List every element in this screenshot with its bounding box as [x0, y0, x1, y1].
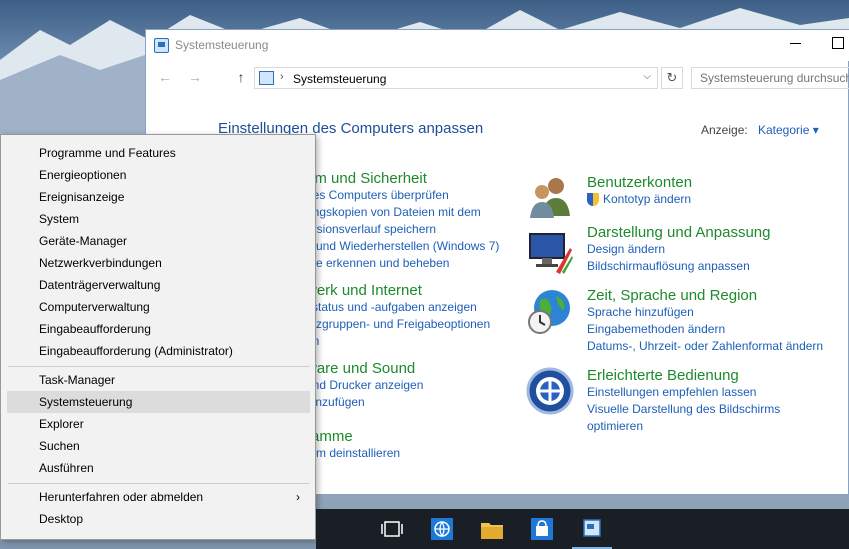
menu-item-run[interactable]: Ausführen [7, 457, 310, 479]
menu-item-event-viewer[interactable]: Ereignisanzeige [7, 186, 310, 208]
category-link-text: Kontotyp ändern [603, 192, 692, 206]
refresh-button[interactable]: ↻ [661, 67, 683, 89]
menu-separator [8, 366, 310, 367]
category-link[interactable]: Kontotyp ändern [587, 191, 692, 208]
up-arrow-icon[interactable]: ↑ [232, 69, 250, 85]
category-link[interactable]: Datums-, Uhrzeit- oder Zahlenformat ände… [587, 338, 823, 355]
menu-item-command-prompt[interactable]: Eingabeaufforderung [7, 318, 310, 340]
edge-icon[interactable] [428, 515, 456, 543]
shield-icon [587, 193, 599, 206]
category-link[interactable]: kstatus und -aufgaben anzeigen [306, 299, 490, 316]
category-link[interactable]: Design ändern [587, 241, 770, 258]
task-view-icon[interactable] [378, 515, 406, 543]
display-icon [529, 233, 573, 274]
category-link[interactable]: n und Wiederherstellen (Windows 7) [306, 238, 499, 255]
file-explorer-icon[interactable] [478, 515, 506, 543]
category-link[interactable]: Eingabemethoden ändern [587, 321, 823, 338]
view-label: Anzeige: [701, 123, 748, 137]
menu-item-computer-management[interactable]: Computerverwaltung [7, 296, 310, 318]
category-title[interactable]: ramme [306, 428, 400, 445]
menu-item-system[interactable]: System [7, 208, 310, 230]
control-panel-icon [154, 38, 169, 53]
search-box[interactable] [691, 67, 849, 89]
control-panel-icon [259, 71, 274, 85]
minimize-button[interactable] [786, 34, 806, 52]
menu-item-control-panel[interactable]: Systemsteuerung [7, 391, 310, 413]
title-bar: Systemsteuerung [146, 30, 849, 61]
category-title[interactable]: em und Sicherheit [306, 170, 499, 187]
window-title: Systemsteuerung [175, 38, 269, 52]
category-time-language: Zeit, Sprache und Region Sprache hinzufü… [587, 287, 823, 355]
address-bar[interactable]: › Systemsteuerung ⌵ [254, 67, 658, 89]
category-appearance: Darstellung und Anpassung Design ändern … [587, 224, 770, 275]
menu-item-explorer[interactable]: Explorer [7, 413, 310, 435]
category-title[interactable]: Zeit, Sprache und Region [587, 287, 823, 304]
submenu-arrow-icon: › [296, 490, 300, 504]
taskbar [316, 509, 849, 549]
category-programs: ramme mm deinstallieren [306, 428, 400, 462]
category-link[interactable]: Einstellungen empfehlen lassen [587, 384, 780, 401]
globe-clock-icon [528, 290, 570, 334]
category-ease-of-access: Erleichterte Bedienung Einstellungen emp… [587, 367, 780, 435]
category-title[interactable]: werk und Internet [306, 282, 490, 299]
menu-item-programs-features[interactable]: Programme und Features [7, 142, 310, 164]
category-link[interactable]: und Drucker anzeigen [306, 377, 423, 394]
accessibility-icon [526, 367, 574, 415]
forward-arrow-icon[interactable]: → [186, 69, 204, 85]
store-icon[interactable] [528, 515, 556, 543]
menu-item-label: Herunterfahren oder abmelden [39, 490, 204, 504]
category-link[interactable]: mm deinstallieren [306, 445, 400, 462]
navigation-bar: ← → ↑ › Systemsteuerung ⌵ ↻ [146, 64, 849, 92]
category-link[interactable]: me erkennen und beheben [306, 255, 499, 272]
menu-item-network-connections[interactable]: Netzwerkverbindungen [7, 252, 310, 274]
menu-item-command-prompt-admin[interactable]: Eingabeaufforderung (Administrator) [7, 340, 310, 362]
category-link[interactable]: des Computers überprüfen [306, 187, 499, 204]
category-hardware-sound: ware und Sound und Drucker anzeigen hinz… [306, 360, 423, 411]
menu-separator [8, 483, 310, 484]
menu-item-shutdown-signout[interactable]: Herunterfahren oder abmelden › [7, 486, 310, 508]
category-link[interactable]: ersionsverlauf speichern [306, 221, 499, 238]
category-link[interactable]: optimieren [587, 418, 780, 435]
category-system-security: em und Sicherheit des Computers überprüf… [306, 170, 499, 272]
category-title[interactable]: Erleichterte Bedienung [587, 367, 780, 384]
search-input[interactable] [692, 68, 849, 88]
category-user-accounts: Benutzerkonten Kontotyp ändern [587, 174, 692, 208]
category-title[interactable]: Benutzerkonten [587, 174, 692, 191]
category-link[interactable]: Sprache hinzufügen [587, 304, 823, 321]
breadcrumb-chevron-icon: › [280, 71, 284, 83]
category-network-internet: werk und Internet kstatus und -aufgaben … [306, 282, 490, 350]
users-icon [530, 178, 570, 218]
menu-item-power-options[interactable]: Energieoptionen [7, 164, 310, 186]
chevron-down-icon[interactable]: ⌵ [643, 71, 651, 82]
category-link[interactable]: en [306, 333, 490, 350]
menu-item-disk-management[interactable]: Datenträgerverwaltung [7, 274, 310, 296]
category-link[interactable]: hinzufügen [306, 394, 423, 411]
category-title[interactable]: Darstellung und Anpassung [587, 224, 770, 241]
category-link[interactable]: etzgruppen- und Freigabeoptionen [306, 316, 490, 333]
breadcrumb[interactable]: Systemsteuerung [293, 72, 386, 86]
menu-item-device-manager[interactable]: Geräte-Manager [7, 230, 310, 252]
power-user-menu: Programme und Features Energieoptionen E… [0, 134, 316, 540]
back-arrow-icon[interactable]: ← [156, 69, 174, 85]
control-panel-icon[interactable] [578, 515, 606, 543]
category-link[interactable]: Bildschirmauflösung anpassen [587, 258, 770, 275]
category-title[interactable]: ware und Sound [306, 360, 423, 377]
menu-item-search[interactable]: Suchen [7, 435, 310, 457]
view-mode-dropdown[interactable]: Kategorie ▾ [758, 123, 819, 137]
menu-item-task-manager[interactable]: Task-Manager [7, 369, 310, 391]
maximize-button[interactable] [828, 34, 848, 52]
category-link[interactable]: ungskopien von Dateien mit dem [306, 204, 499, 221]
category-link[interactable]: Visuelle Darstellung des Bildschirms [587, 401, 780, 418]
menu-item-desktop[interactable]: Desktop [7, 508, 310, 530]
